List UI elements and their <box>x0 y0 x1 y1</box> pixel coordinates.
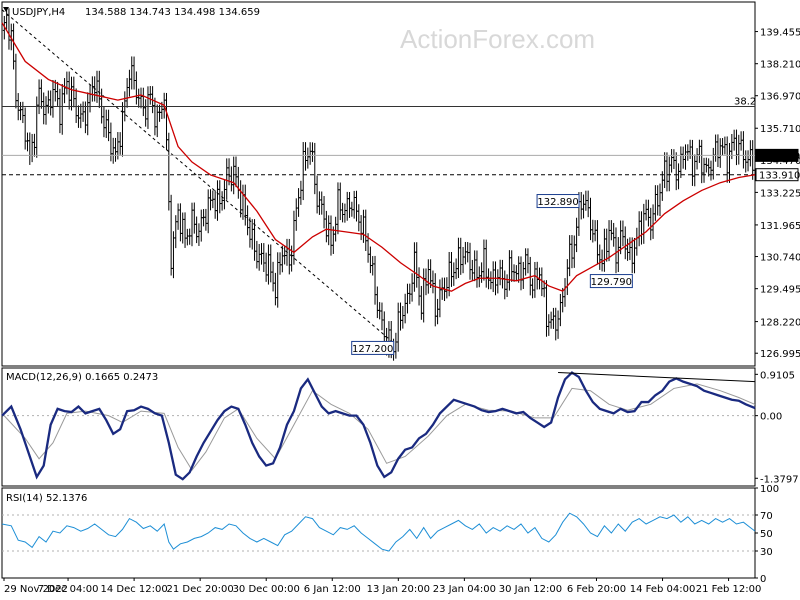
price-tick-label: 131.965 <box>760 221 800 232</box>
rsi-tick-label: 70 <box>760 511 773 522</box>
price-bars <box>2 8 757 361</box>
time-tick-label: 6 Jan 12:00 <box>304 584 361 595</box>
time-tick-label: 14 Dec 12:00 <box>100 584 167 595</box>
macd-header: MACD(12,26,9) 0.1665 0.2473 <box>6 372 158 383</box>
rsi-tick-label: 0 <box>760 574 766 585</box>
moving-average-line <box>1 22 756 292</box>
price-tick-label: 128.220 <box>760 318 800 329</box>
rsi-tick-label: 50 <box>760 529 773 540</box>
macd-layer <box>1 371 756 481</box>
time-tick-label: 21 Dec 20:00 <box>167 584 234 595</box>
time-tick-label: 30 Dec 00:00 <box>233 584 300 595</box>
chart-canvas: 38.2 127.200 132.890 129.790 139.455 138.210… <box>1 1 800 595</box>
macd-signal-line <box>1 383 756 471</box>
time-tick-label: 21 Feb 12:00 <box>696 584 762 595</box>
watermark: ActionForex.com <box>400 24 595 54</box>
downtrend-line <box>1 9 394 344</box>
price-tick-label: 135.710 <box>760 124 800 135</box>
price-tick-label: 139.455 <box>760 28 800 39</box>
macd-divergence-line <box>558 372 756 383</box>
symbol-header: USDJPY,H4 <box>12 7 65 18</box>
rsi-tick-label: 30 <box>760 547 773 558</box>
price-annotation-129.790: 129.790 <box>589 274 633 289</box>
annotation-label: 127.200 <box>352 344 393 355</box>
annotation-label: 132.890 <box>537 197 578 208</box>
price-tag-label: 134.659 <box>759 151 800 162</box>
fib-level-label: 38.2 <box>734 97 756 108</box>
price-tag-134.659: 134.659 <box>755 148 800 162</box>
price-layer: 38.2 127.200 132.890 129.790 <box>1 8 757 361</box>
price-panel-frame <box>1 1 756 367</box>
price-tick-label: 138.210 <box>760 60 800 71</box>
rsi-line <box>1 512 756 552</box>
time-tick-label: 30 Jan 12:00 <box>499 584 562 595</box>
time-tick-label: 13 Jan 20:00 <box>367 584 430 595</box>
chart-header: USDJPY,H4 134.588 134.743 134.498 134.65… <box>3 7 260 18</box>
price-tick-label: 136.970 <box>760 92 800 103</box>
macd-tick-label: 0.00 <box>760 412 782 423</box>
price-tick-label: 130.740 <box>760 253 800 264</box>
price-annotation-132.890: 132.890 <box>536 194 580 209</box>
price-annotation-127.200: 127.200 <box>351 340 395 355</box>
price-tick-label: 133.225 <box>760 188 800 199</box>
rsi-layer <box>1 512 756 552</box>
rsi-panel-frame <box>1 487 756 579</box>
time-tick-label: 14 Feb 04:00 <box>630 584 696 595</box>
macd-tick-label: 0.9105 <box>760 370 795 381</box>
usdjpy-h4-chart: 38.2 127.200 132.890 129.790 139.455 138.210… <box>0 0 800 600</box>
price-tag-133.910: 133.910 <box>755 168 800 182</box>
time-tick-label: 23 Jan 04:00 <box>433 584 496 595</box>
panel-frames <box>1 1 756 579</box>
rsi-tick-label: 100 <box>760 484 779 495</box>
time-tick-label: 6 Feb 20:00 <box>567 584 626 595</box>
time-tick-label: 7 Dec 04:00 <box>38 584 99 595</box>
price-tick-label: 129.495 <box>760 285 800 296</box>
ohlc-header: 134.588 134.743 134.498 134.659 <box>85 7 260 18</box>
price-tick-label: 126.995 <box>760 349 800 360</box>
macd-line <box>1 371 756 481</box>
price-tag-label: 133.910 <box>759 171 800 182</box>
axis-labels: 139.455138.210136.970135.710134.470133.2… <box>3 28 800 595</box>
rsi-header: RSI(14) 52.1376 <box>6 493 87 504</box>
annotation-label: 129.790 <box>591 277 632 288</box>
